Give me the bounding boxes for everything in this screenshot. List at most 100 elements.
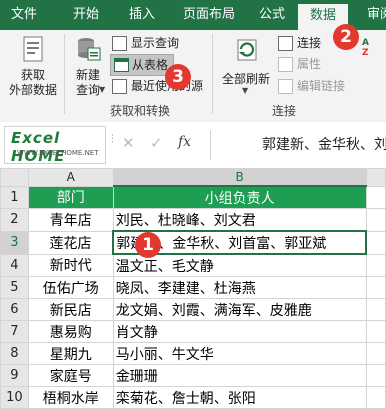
cell-b[interactable]: 晓凤、李建建、杜海燕 (112, 276, 367, 299)
cell-b[interactable]: 栾菊花、詹士朝、张阳 (112, 386, 367, 409)
tab-insert[interactable]: 插入 (124, 0, 160, 30)
cell-a[interactable]: 伍佑广场 (27, 276, 114, 299)
fx-icon[interactable]: fx (178, 134, 191, 150)
cell-b[interactable]: 金珊珊 (112, 364, 367, 387)
cell-a[interactable]: 新时代 (27, 253, 114, 277)
cell-a[interactable]: 惠易购 (27, 320, 114, 343)
edit-links-label: 编辑链接 (297, 79, 346, 93)
connections-icon (278, 36, 293, 51)
table-row: 3 莲花店 郭建新、金华秋、刘首富、郭亚斌 (0, 230, 386, 255)
row-header[interactable]: 6 (0, 298, 29, 321)
ribbon-tab-bar: 文件 开始 插入 页面布局 公式 数据 审阅 (0, 0, 386, 30)
new-query-button[interactable]: 新建 查询 ▼ (68, 34, 108, 97)
cell-b[interactable]: 肖文静 (112, 320, 367, 343)
cell-a[interactable]: 家庭号 (27, 364, 114, 387)
table-row: 5 伍佑广场 晓凤、李建建、杜海燕 (0, 276, 386, 299)
select-all-corner[interactable] (0, 168, 29, 187)
cell[interactable] (365, 253, 386, 277)
edit-links-button[interactable]: 编辑链接 (278, 76, 368, 96)
chevron-down-icon: ▼ (242, 86, 249, 95)
chevron-down-icon: ▼ (99, 85, 106, 94)
cell-b[interactable]: 刘民、杜晓峰、刘文君 (112, 208, 367, 232)
enter-icon[interactable]: ✓ (150, 134, 163, 152)
step-badge-3: 3 (165, 64, 191, 90)
cell[interactable] (365, 298, 386, 321)
cell[interactable] (365, 230, 386, 255)
edit-links-icon (278, 79, 293, 94)
table-icon (114, 58, 129, 72)
formula-separator (210, 130, 211, 160)
column-header-b[interactable]: B (112, 168, 367, 187)
properties-label: 属性 (297, 57, 322, 71)
cell-b[interactable]: 龙文娟、刘霞、满海军、皮雅鹿 (112, 298, 367, 321)
group-label-connections: 连接 (272, 104, 297, 118)
show-queries-button[interactable]: 显示查询 (112, 33, 202, 53)
cell-b1[interactable]: 小组负责人 (112, 185, 367, 209)
row-header[interactable]: 5 (0, 276, 29, 299)
row-header[interactable]: 10 (0, 386, 29, 409)
logo-url: WWW.EXCELHOME.NET (17, 149, 99, 157)
tab-formulas[interactable]: 公式 (252, 0, 292, 30)
formula-input[interactable]: 郭建新、金华秋、刘首富、郭亚斌 (262, 134, 386, 154)
connections-label: 连接 (297, 36, 322, 50)
get-external-data-button[interactable]: 获取 外部数据 (4, 34, 62, 97)
row-header[interactable]: 1 (0, 185, 29, 209)
tab-review[interactable]: 审阅 (360, 0, 386, 30)
recent-sources-button[interactable]: 最近使用的源 (112, 76, 208, 96)
step-badge-1: 1 (135, 232, 161, 258)
properties-button[interactable]: 属性 (278, 54, 358, 74)
cell-a1[interactable]: 部门 (27, 185, 114, 209)
cell-a[interactable]: 新民店 (27, 298, 114, 321)
row-header[interactable]: 3 (0, 230, 29, 255)
cell[interactable] (365, 276, 386, 299)
cell-a[interactable]: 莲花店 (27, 230, 114, 255)
show-queries-label: 显示查询 (131, 36, 180, 50)
excelhome-logo: Excel HOME WWW.EXCELHOME.NET (4, 126, 106, 165)
row-header[interactable]: 8 (0, 342, 29, 365)
column-header-a[interactable]: A (27, 168, 114, 187)
new-query-icon (78, 38, 101, 61)
row-header[interactable]: 2 (0, 208, 29, 232)
table-row: 1 部门 小组负责人 (0, 185, 386, 209)
cell[interactable] (365, 208, 386, 232)
group-label-get-transform: 获取和转换 (110, 104, 171, 118)
ribbon-separator (212, 34, 213, 114)
row-header[interactable]: 9 (0, 364, 29, 387)
tab-home[interactable]: 开始 (68, 0, 104, 30)
cell[interactable] (365, 386, 386, 409)
table-row: 6 新民店 龙文娟、刘霞、满海军、皮雅鹿 (0, 298, 386, 321)
column-header-c[interactable] (365, 168, 386, 187)
cell[interactable] (365, 185, 386, 209)
worksheet-grid: A B 1 部门 小组负责人 2 青年店 刘民、杜晓峰、刘文君 3 莲花店 郭建… (0, 168, 386, 409)
step-badge-2: 2 (333, 24, 359, 50)
ribbon-data: 获取 外部数据 新建 查询 ▼ 显示查询 从表格 最近使用的源 获取和转换 全部… (0, 30, 386, 123)
properties-icon (278, 57, 293, 72)
refresh-all-label: 全部刷新 (221, 72, 270, 86)
cell-a[interactable]: 青年店 (27, 208, 114, 232)
table-row: 8 星期九 马小丽、牛文华 (0, 342, 386, 365)
cancel-icon[interactable]: ✕ (122, 134, 135, 152)
get-external-data-label: 获取 外部数据 (8, 68, 57, 97)
cell-b[interactable]: 马小丽、牛文华 (112, 342, 367, 365)
cell-a[interactable]: 梧桐水岸 (27, 386, 114, 409)
ribbon-separator (64, 34, 65, 114)
row-header[interactable]: 4 (0, 253, 29, 277)
formula-bar: Excel HOME WWW.EXCELHOME.NET ⋮ ✕ ✓ fx 郭建… (0, 122, 386, 169)
external-data-icon (23, 36, 43, 62)
cell[interactable] (365, 342, 386, 365)
cell[interactable] (365, 364, 386, 387)
table-row: 2 青年店 刘民、杜晓峰、刘文君 (0, 208, 386, 232)
recent-sources-icon (112, 79, 127, 94)
tab-page-layout[interactable]: 页面布局 (178, 0, 240, 30)
table-row: 10 梧桐水岸 栾菊花、詹士朝、张阳 (0, 386, 386, 409)
from-table-label: 从表格 (132, 58, 169, 72)
cell[interactable] (365, 320, 386, 343)
sort-icon[interactable]: A Z (362, 38, 376, 62)
row-header[interactable]: 7 (0, 320, 29, 343)
from-table-button[interactable]: 从表格 (110, 54, 174, 76)
refresh-all-button[interactable]: 全部刷新 ▼ (218, 34, 274, 96)
more-icon[interactable]: ⋮ (108, 134, 117, 144)
tab-file[interactable]: 文件 (6, 0, 42, 30)
table-row: 7 惠易购 肖文静 (0, 320, 386, 343)
cell-a[interactable]: 星期九 (27, 342, 114, 365)
